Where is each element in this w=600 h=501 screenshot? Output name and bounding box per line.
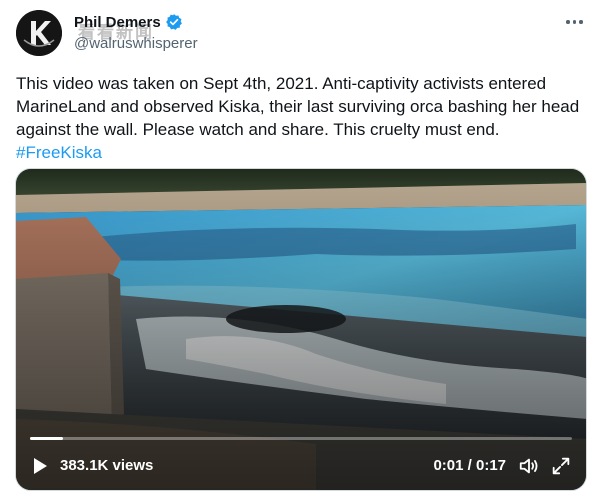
hashtag-link[interactable]: #FreeKiska <box>16 141 102 164</box>
video-controls: 383.1K views 0:01 / 0:17 <box>16 442 586 490</box>
avatar[interactable] <box>16 10 62 56</box>
more-icon[interactable] <box>566 16 586 28</box>
fullscreen-icon[interactable] <box>550 455 572 477</box>
progress-fill <box>30 437 63 440</box>
tweet-card: 看看新闻 Phil Demers @walruswhisperer This v… <box>0 0 600 501</box>
volume-icon[interactable] <box>518 455 540 477</box>
handle[interactable]: @walruswhisperer <box>74 35 198 52</box>
tweet-body: This video was taken on Sept 4th, 2021. … <box>16 74 580 139</box>
play-icon[interactable] <box>30 456 50 476</box>
progress-bar[interactable] <box>30 437 572 440</box>
views-count: 383.1K views <box>60 457 154 474</box>
tweet-text: This video was taken on Sept 4th, 2021. … <box>16 72 588 164</box>
avatar-k-logo-icon <box>16 10 62 56</box>
time-display: 0:01 / 0:17 <box>433 457 506 474</box>
video-player[interactable]: 383.1K views 0:01 / 0:17 <box>15 168 587 491</box>
verified-badge-icon <box>165 14 182 30</box>
display-name-row[interactable]: Phil Demers <box>74 12 198 32</box>
display-name[interactable]: Phil Demers <box>74 14 161 31</box>
author-info: Phil Demers @walruswhisperer <box>74 12 198 53</box>
